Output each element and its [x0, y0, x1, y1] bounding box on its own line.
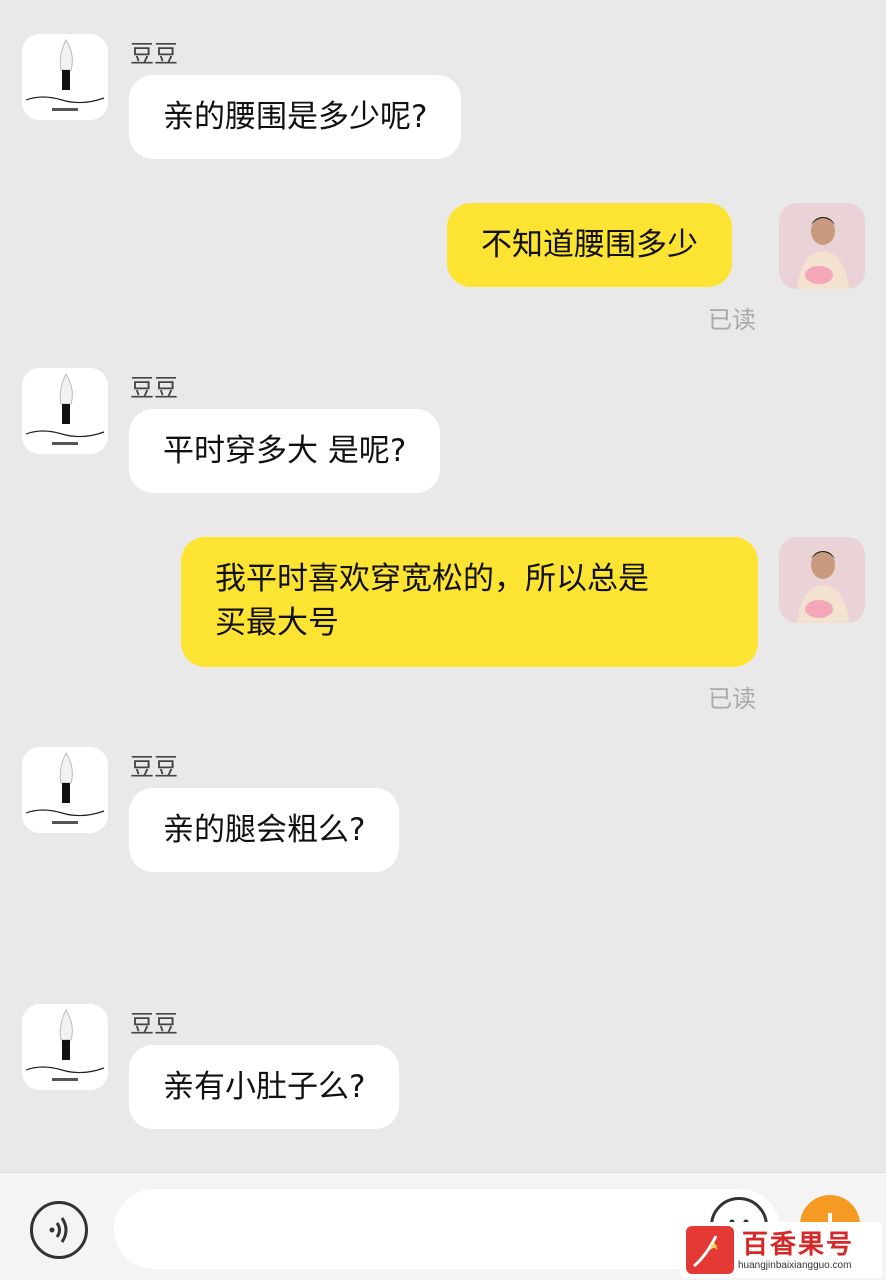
sender-name: 豆豆	[130, 40, 178, 68]
message-line: 我平时喜欢穿宽松的，所以总是	[215, 561, 649, 597]
watermark-title: 百香果号	[742, 1230, 855, 1260]
contact-avatar[interactable]	[22, 368, 108, 454]
contact-avatar[interactable]	[22, 747, 108, 833]
watermark-logo-icon	[686, 1226, 734, 1274]
knife-logo-icon	[22, 747, 108, 833]
read-status: 已读	[708, 685, 756, 713]
self-avatar[interactable]	[779, 537, 865, 623]
sender-name: 豆豆	[130, 374, 178, 402]
voice-icon	[49, 1217, 68, 1243]
contact-avatar[interactable]	[22, 1004, 108, 1090]
watermark-url: huangjinbaixiangguo.com	[738, 1260, 852, 1271]
message-bubble[interactable]: 我平时喜欢穿宽松的，所以总是 买最大号	[181, 537, 758, 667]
watermark: 百香果号 huangjinbaixiangguo.com	[680, 1222, 882, 1278]
message-bubble[interactable]: 不知道腰围多少	[447, 203, 732, 287]
user-photo-icon	[779, 203, 865, 289]
message-bubble[interactable]: 亲有小肚子么?	[129, 1045, 400, 1129]
message-bubble[interactable]: 平时穿多大 是呢?	[129, 409, 441, 493]
read-status: 已读	[708, 306, 756, 334]
knife-logo-icon	[22, 1004, 108, 1090]
chat-area: 豆豆 亲的腰围是多少呢? 不知道腰围多少 已读 豆豆 平时穿多大 是呢? 我平时…	[0, 0, 886, 1172]
self-avatar[interactable]	[779, 203, 865, 289]
knife-logo-icon	[22, 368, 108, 454]
contact-avatar[interactable]	[22, 34, 108, 120]
sender-name: 豆豆	[130, 1010, 178, 1038]
user-photo-icon	[779, 537, 865, 623]
voice-button[interactable]	[30, 1201, 88, 1259]
message-bubble[interactable]: 亲的腿会粗么?	[129, 788, 400, 872]
sender-name: 豆豆	[130, 753, 178, 781]
message-bubble[interactable]: 亲的腰围是多少呢?	[129, 75, 462, 159]
knife-logo-icon	[22, 34, 108, 120]
message-line: 买最大号	[215, 605, 339, 641]
